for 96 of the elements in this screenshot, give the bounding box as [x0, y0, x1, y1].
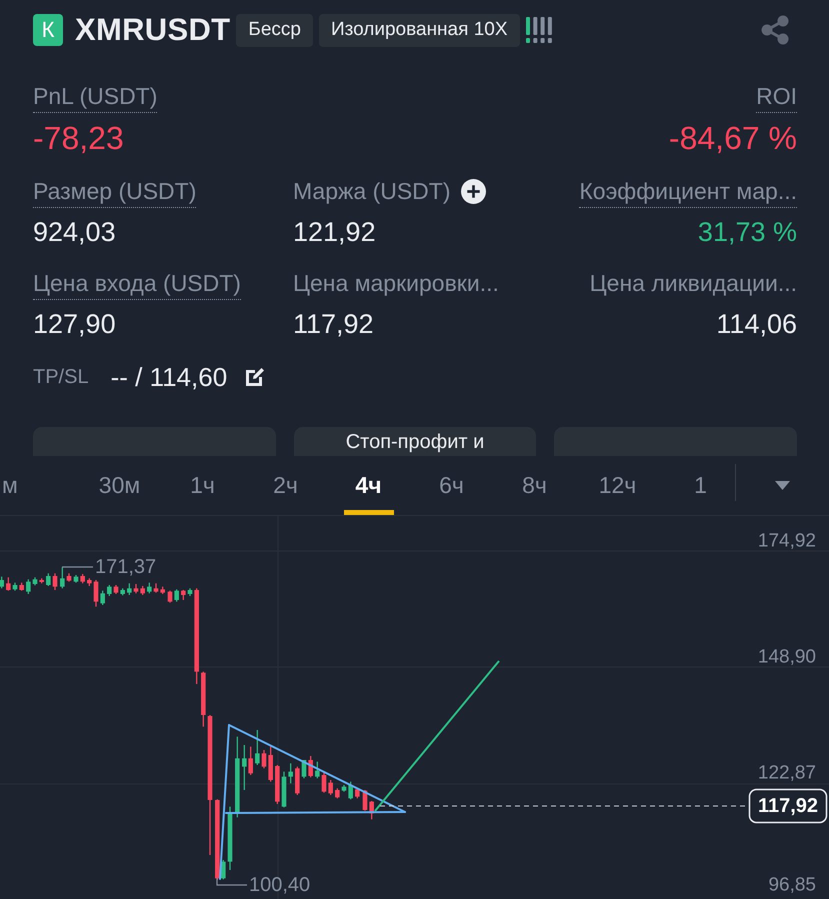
axis-label: 174,92: [758, 530, 816, 552]
caret-icon[interactable]: [775, 481, 790, 490]
timeframe-tab[interactable]: м: [0, 456, 78, 515]
candle: [188, 588, 192, 596]
stat-label[interactable]: Цена входа (USDT): [33, 270, 241, 300]
candle: [355, 788, 360, 798]
action-button[interactable]: Стоп-профит и: [294, 427, 536, 456]
timeframe-tab[interactable]: 6ч: [410, 456, 493, 515]
candle: [181, 590, 186, 600]
candle: [127, 583, 132, 595]
candle: [288, 763, 293, 784]
timeframe-tab[interactable]: 12ч: [576, 456, 659, 515]
axis-label: 148,90: [758, 646, 816, 668]
timeframe-tab[interactable]: 2ч: [244, 456, 327, 515]
candle: [147, 582, 152, 594]
stat-value: 31,73 %: [698, 216, 797, 248]
candle: [134, 584, 138, 594]
candle: [74, 575, 78, 583]
candle: [107, 585, 112, 596]
risk-bars-icon: [526, 17, 552, 43]
candle: [348, 782, 353, 800]
candle: [308, 756, 313, 778]
stat-value: 924,03: [33, 216, 116, 248]
candle: [26, 579, 31, 594]
side-badge: К: [33, 14, 63, 46]
candle: [32, 577, 38, 586]
stat-value: 114,06: [716, 308, 797, 340]
stat-label[interactable]: PnL (USDT): [33, 83, 158, 113]
candle: [0, 576, 4, 588]
candle: [201, 672, 206, 727]
candle: [328, 780, 333, 795]
candle: [52, 573, 58, 590]
candle: [94, 580, 98, 607]
candle: [100, 590, 105, 605]
tpsl-value: -- / 114,60: [110, 362, 228, 392]
candle: [80, 574, 85, 584]
candle: [39, 578, 44, 584]
candle: [46, 573, 51, 586]
candle: [12, 582, 18, 591]
candle: [268, 746, 273, 782]
market-tag: Изолированная 10X: [318, 14, 520, 46]
candle: [369, 801, 374, 820]
stat-label: Маржа (USDT): [293, 178, 450, 206]
candle: [302, 760, 306, 778]
timeframe-tab[interactable]: 1ч: [161, 456, 244, 515]
timeframe-tab[interactable]: 1: [659, 456, 735, 515]
leader-line: [216, 878, 247, 886]
share-icon[interactable]: [760, 15, 790, 45]
trend-line[interactable]: [374, 660, 500, 812]
candle: [140, 586, 145, 595]
candle: [6, 577, 11, 591]
price-tag: 117,92: [748, 788, 828, 824]
candle: [66, 573, 72, 582]
candle: [262, 750, 266, 768]
candle: [315, 762, 320, 778]
candle: [19, 582, 24, 591]
stat-value: 127,90: [33, 308, 116, 340]
stat-value: 117,92: [293, 308, 374, 340]
candle: [120, 588, 125, 596]
candle: [114, 585, 118, 594]
candle: [342, 785, 346, 792]
candle: [295, 766, 300, 795]
stat-value: 121,92: [293, 216, 376, 248]
stat-value: -78,23: [33, 120, 124, 156]
axis-label: 122,87: [758, 762, 816, 784]
candle: [335, 788, 340, 798]
candle: [160, 586, 165, 594]
stat-label: Цена ликвидации...: [590, 270, 797, 298]
candle: [322, 772, 326, 793]
candle: [275, 765, 280, 804]
add-icon[interactable]: [460, 179, 486, 204]
tpsl-label: TP/SL: [33, 366, 89, 388]
timeframe-tab[interactable]: 8ч: [493, 456, 576, 515]
candle: [168, 590, 172, 603]
symbol-title: XMRUSDT: [75, 12, 230, 48]
timeframe-tab[interactable]: 30м: [78, 456, 161, 515]
timeframe-tab[interactable]: 4ч: [327, 456, 410, 515]
candle: [154, 583, 158, 593]
candle: [174, 589, 179, 602]
stat-label: Цена маркировки...: [293, 270, 499, 298]
leader-line: [62, 566, 93, 568]
candle: [362, 790, 368, 811]
high-price-label: 171,37: [95, 556, 156, 578]
candle: [228, 806, 232, 870]
candle: [87, 578, 92, 586]
stat-value: -84,67 %: [668, 120, 797, 156]
low-price-label: 100,40: [249, 874, 310, 896]
stat-label[interactable]: ROI: [756, 83, 797, 113]
edit-icon[interactable]: [244, 366, 266, 388]
axis-label: 96,85: [768, 874, 816, 896]
stat-label[interactable]: Размер (USDT): [33, 178, 196, 208]
market-tag: Бесср: [236, 14, 313, 46]
candle: [255, 730, 260, 765]
candle: [60, 567, 65, 588]
stat-label[interactable]: Коэффициент мар...: [579, 178, 797, 208]
candle: [282, 772, 286, 808]
